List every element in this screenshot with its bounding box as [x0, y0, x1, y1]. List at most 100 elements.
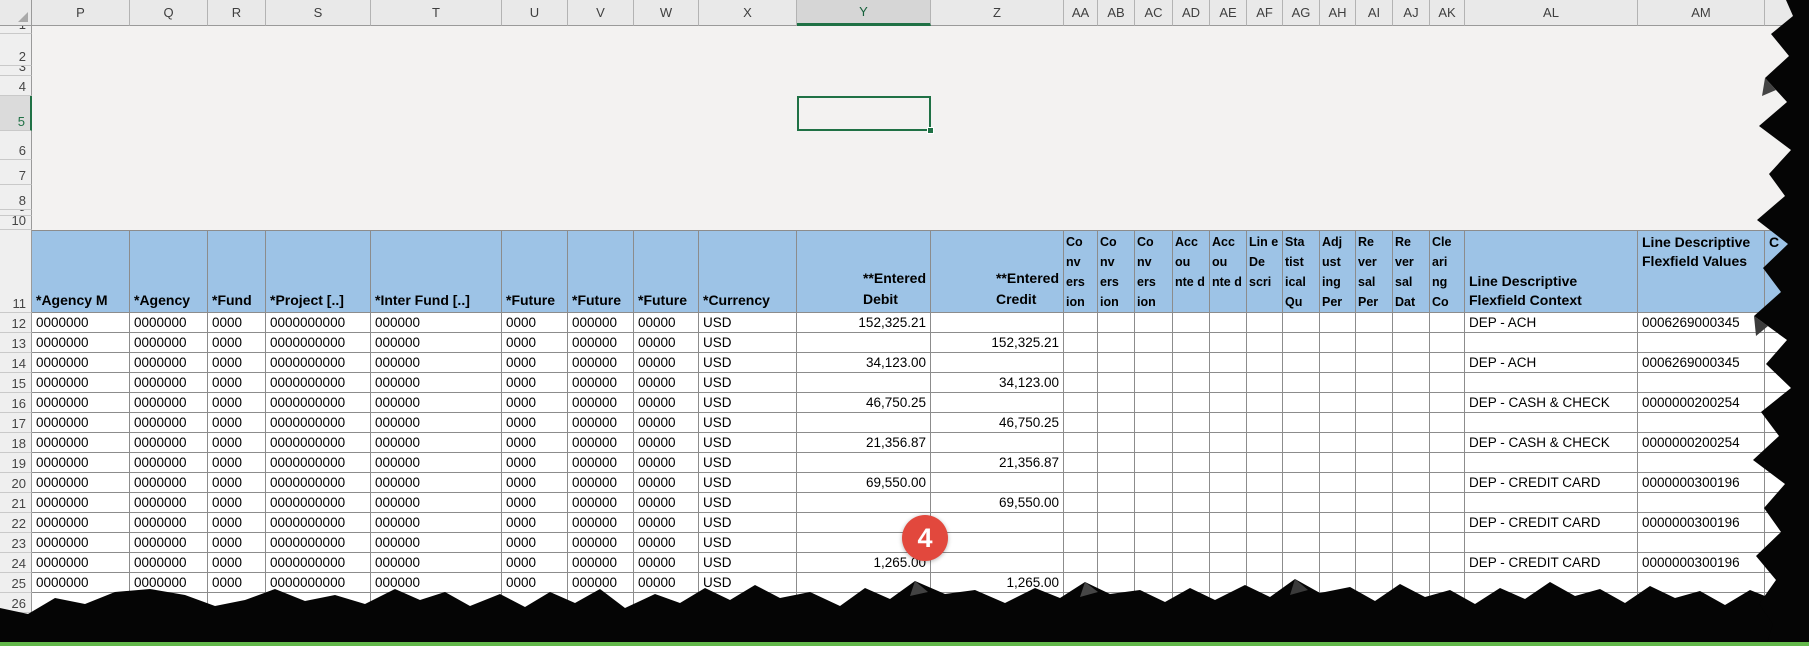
header-cell-P11[interactable]: *Agency M — [32, 230, 130, 313]
cell-AM22[interactable]: 0000000300196 — [1638, 513, 1765, 533]
header-cell-Z11[interactable]: **Entered Credit — [931, 230, 1064, 313]
cell-U17[interactable]: 0000 — [502, 413, 568, 433]
cell-AK13[interactable] — [1430, 333, 1465, 353]
cell-AC15[interactable] — [1135, 373, 1173, 393]
cell-AK20[interactable] — [1430, 473, 1465, 493]
header-cell-AK11[interactable]: Cle ari ng Co — [1430, 230, 1465, 313]
row-header-3[interactable]: 3 — [0, 66, 32, 76]
column-header-AJ[interactable]: AJ — [1393, 0, 1430, 26]
row-header-14[interactable]: 14 — [0, 353, 32, 373]
cell-AG26[interactable] — [1283, 593, 1320, 613]
cell-R14[interactable]: 0000 — [208, 353, 266, 373]
cell-AG21[interactable] — [1283, 493, 1320, 513]
cell-AL24[interactable]: DEP - CREDIT CARD — [1465, 553, 1638, 573]
cell-AJ22[interactable] — [1393, 513, 1430, 533]
header-cell-AM11[interactable]: Line Descriptive Flexfield Values — [1638, 230, 1765, 313]
cell-AH26[interactable] — [1320, 593, 1356, 613]
cell-AD23[interactable] — [1173, 533, 1210, 553]
cell-AC25[interactable] — [1135, 573, 1173, 593]
cell-X12[interactable]: USD — [699, 313, 797, 333]
cell-U20[interactable]: 0000 — [502, 473, 568, 493]
column-header-U[interactable]: U — [502, 0, 568, 26]
cell-AB17[interactable] — [1098, 413, 1135, 433]
cell-AJ13[interactable] — [1393, 333, 1430, 353]
row-header-26[interactable]: 26 — [0, 593, 32, 613]
cell-AL20[interactable]: DEP - CREDIT CARD — [1465, 473, 1638, 493]
cell-AE12[interactable] — [1210, 313, 1247, 333]
cell-AF14[interactable] — [1247, 353, 1283, 373]
cell-U25[interactable]: 0000 — [502, 573, 568, 593]
cell-S18[interactable]: 0000000000 — [266, 433, 371, 453]
header-cell-R11[interactable]: *Fund — [208, 230, 266, 313]
cell-S13[interactable]: 0000000000 — [266, 333, 371, 353]
cell-R23[interactable]: 0000 — [208, 533, 266, 553]
cell-AG16[interactable] — [1283, 393, 1320, 413]
cell-AF23[interactable] — [1247, 533, 1283, 553]
cell-Q24[interactable]: 0000000 — [130, 553, 208, 573]
header-cell-AA11[interactable]: Co nv ers ion — [1064, 230, 1098, 313]
cell-AF21[interactable] — [1247, 493, 1283, 513]
row-header-23[interactable]: 23 — [0, 533, 32, 553]
cell-AL12[interactable]: DEP - ACH — [1465, 313, 1638, 333]
cell-AD21[interactable] — [1173, 493, 1210, 513]
cell-AI24[interactable] — [1356, 553, 1393, 573]
cell-AN18[interactable] — [1765, 433, 1809, 453]
column-header-AK[interactable]: AK — [1430, 0, 1465, 26]
cell-T18[interactable]: 000000 — [371, 433, 502, 453]
cell-X21[interactable]: USD — [699, 493, 797, 513]
cell-Y14[interactable]: 34,123.00 — [797, 353, 931, 373]
cell-AD15[interactable] — [1173, 373, 1210, 393]
header-cell-AC11[interactable]: Co nv ers ion — [1135, 230, 1173, 313]
cell-AF13[interactable] — [1247, 333, 1283, 353]
cell-W19[interactable]: 00000 — [634, 453, 699, 473]
cell-W14[interactable]: 00000 — [634, 353, 699, 373]
cell-AD19[interactable] — [1173, 453, 1210, 473]
cell-AB22[interactable] — [1098, 513, 1135, 533]
cell-AA25[interactable] — [1064, 573, 1098, 593]
cell-W23[interactable]: 00000 — [634, 533, 699, 553]
cell-AG13[interactable] — [1283, 333, 1320, 353]
cell-P25[interactable]: 0000000 — [32, 573, 130, 593]
cell-AA22[interactable] — [1064, 513, 1098, 533]
cell-AL16[interactable]: DEP - CASH & CHECK — [1465, 393, 1638, 413]
cell-AG18[interactable] — [1283, 433, 1320, 453]
cell-AB15[interactable] — [1098, 373, 1135, 393]
cell-AG20[interactable] — [1283, 473, 1320, 493]
cell-AD13[interactable] — [1173, 333, 1210, 353]
cell-AN20[interactable] — [1765, 473, 1809, 493]
cell-AF22[interactable] — [1247, 513, 1283, 533]
cell-AN15[interactable] — [1765, 373, 1809, 393]
cell-AC16[interactable] — [1135, 393, 1173, 413]
cell-R26[interactable] — [208, 593, 266, 613]
cell-AH22[interactable] — [1320, 513, 1356, 533]
cell-AN25[interactable] — [1765, 573, 1809, 593]
row-header-20[interactable]: 20 — [0, 473, 32, 493]
cell-AN17[interactable] — [1765, 413, 1809, 433]
cell-AE17[interactable] — [1210, 413, 1247, 433]
cell-T26[interactable] — [371, 593, 502, 613]
cell-AE13[interactable] — [1210, 333, 1247, 353]
cell-AL19[interactable] — [1465, 453, 1638, 473]
cell-X18[interactable]: USD — [699, 433, 797, 453]
cell-W12[interactable]: 00000 — [634, 313, 699, 333]
cell-AH20[interactable] — [1320, 473, 1356, 493]
cell-V16[interactable]: 000000 — [568, 393, 634, 413]
cell-S20[interactable]: 0000000000 — [266, 473, 371, 493]
cell-AD18[interactable] — [1173, 433, 1210, 453]
cell-Y16[interactable]: 46,750.25 — [797, 393, 931, 413]
cell-AF24[interactable] — [1247, 553, 1283, 573]
cell-AL15[interactable] — [1465, 373, 1638, 393]
cell-U12[interactable]: 0000 — [502, 313, 568, 333]
column-header-AD[interactable]: AD — [1173, 0, 1210, 26]
column-header-AM[interactable]: AM — [1638, 0, 1765, 26]
cell-S24[interactable]: 0000000000 — [266, 553, 371, 573]
cell-AM14[interactable]: 0006269000345 — [1638, 353, 1765, 373]
cell-AD25[interactable] — [1173, 573, 1210, 593]
cell-T12[interactable]: 000000 — [371, 313, 502, 333]
cell-Q25[interactable]: 0000000 — [130, 573, 208, 593]
cell-AB18[interactable] — [1098, 433, 1135, 453]
cell-U16[interactable]: 0000 — [502, 393, 568, 413]
cell-R22[interactable]: 0000 — [208, 513, 266, 533]
cell-AK14[interactable] — [1430, 353, 1465, 373]
cell-AA24[interactable] — [1064, 553, 1098, 573]
